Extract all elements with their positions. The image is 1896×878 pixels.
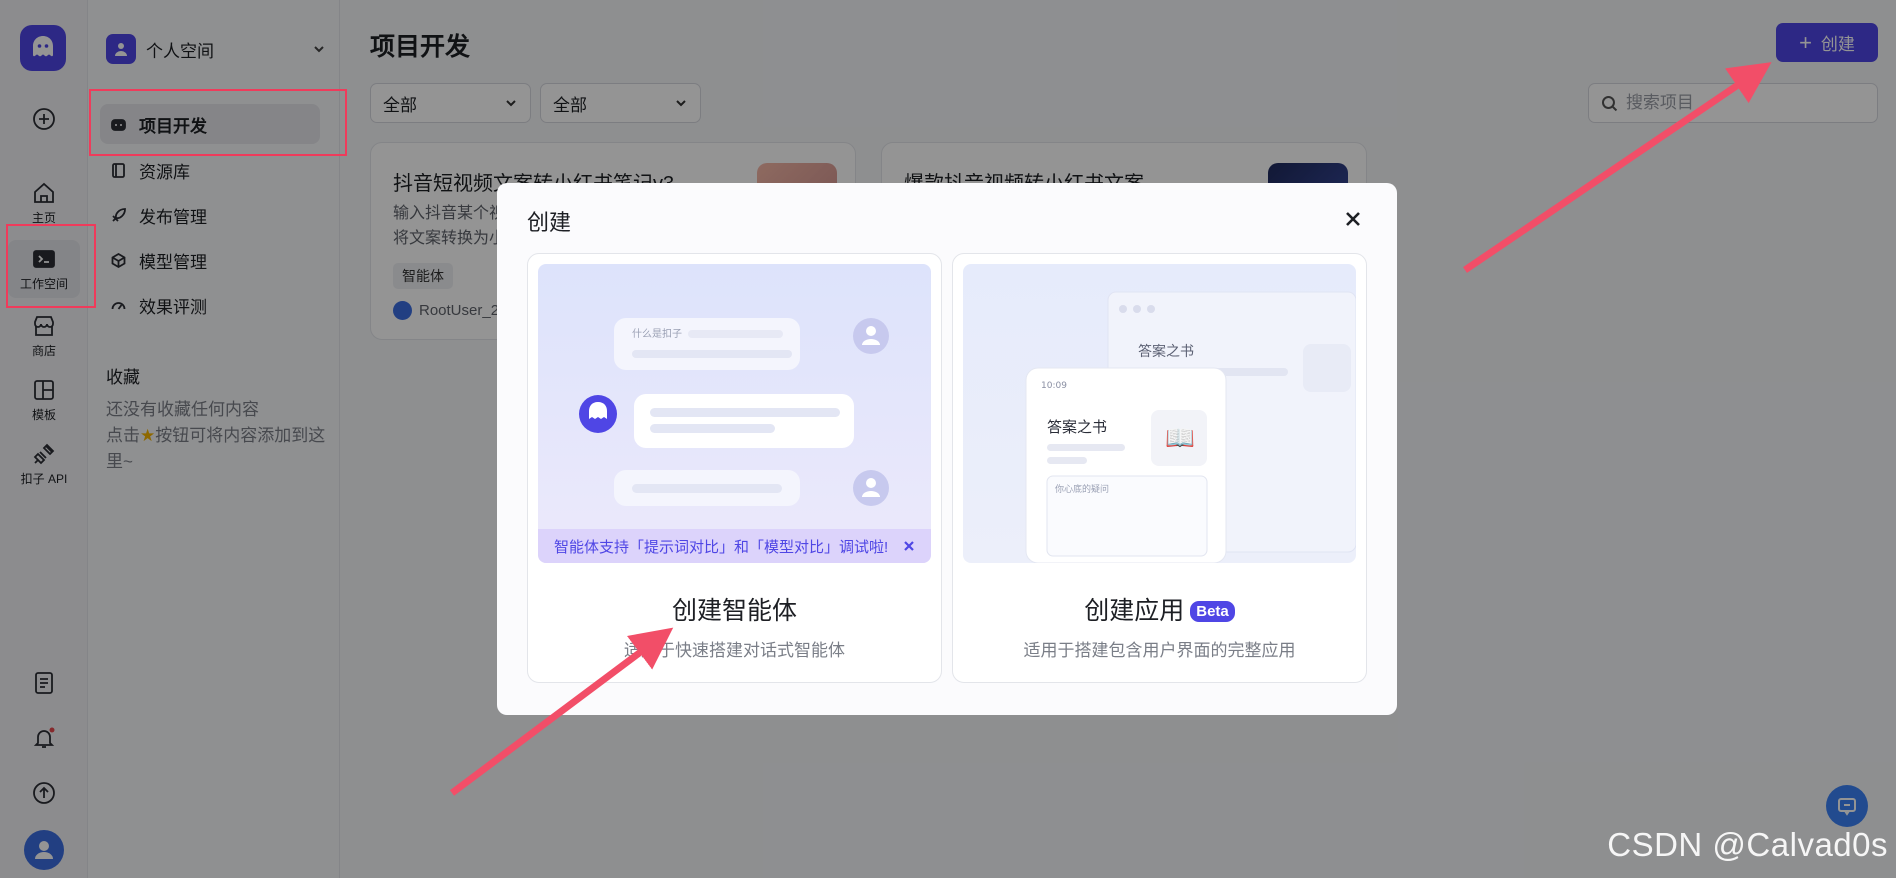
highlight-box-projects bbox=[89, 89, 347, 156]
create-app-title: 创建应用 bbox=[1084, 597, 1185, 625]
book-icon: 📖 bbox=[1165, 424, 1195, 452]
create-app-option[interactable]: 答案之书 10:09 答案之书 📖 你心底的疑问 创建应用 Beta 适用于搭建包… bbox=[952, 253, 1367, 683]
beta-badge: Beta bbox=[1190, 601, 1235, 622]
phone-input-placeholder: 你心底的疑问 bbox=[1055, 483, 1109, 495]
phone-time: 10:09 bbox=[1041, 381, 1067, 391]
chat-illustration: 什么是扣子 bbox=[579, 318, 889, 506]
phone-title: 答案之书 bbox=[1047, 418, 1107, 436]
create-app-title-row: 创建应用 Beta bbox=[953, 591, 1366, 627]
watermark: CSDN @Calvad0s bbox=[1607, 826, 1888, 863]
create-modal: 创建 什么是扣子 智能体支持「提示词对比」和「模型对比」调试啦! 创建智能体 适… bbox=[497, 183, 1397, 715]
close-icon bbox=[1346, 212, 1360, 226]
bubble-text: 什么是扣子 bbox=[632, 327, 682, 340]
create-agent-subtitle: 适用于快速搭建对话式智能体 bbox=[624, 641, 845, 660]
app-illustration: 答案之书 10:09 答案之书 📖 你心底的疑问 bbox=[963, 264, 1356, 563]
promo-text: 智能体支持「提示词对比」和「模型对比」调试啦! bbox=[554, 538, 889, 556]
modal-title: 创建 bbox=[527, 210, 572, 235]
close-button[interactable] bbox=[1339, 205, 1367, 233]
highlight-box-workspace bbox=[6, 224, 96, 308]
promo-banner: 智能体支持「提示词对比」和「模型对比」调试啦! bbox=[538, 529, 931, 563]
app-mockup-illustration: 答案之书 10:09 答案之书 📖 你心底的疑问 bbox=[1025, 291, 1356, 563]
agent-illustration: 什么是扣子 智能体支持「提示词对比」和「模型对比」调试啦! bbox=[538, 264, 931, 563]
browser-title: 答案之书 bbox=[1138, 343, 1194, 360]
create-app-subtitle: 适用于搭建包含用户界面的完整应用 bbox=[1023, 641, 1296, 660]
close-icon[interactable] bbox=[903, 540, 915, 552]
create-agent-option[interactable]: 什么是扣子 智能体支持「提示词对比」和「模型对比」调试啦! 创建智能体 适用于快… bbox=[527, 253, 942, 683]
create-agent-title: 创建智能体 bbox=[671, 597, 797, 625]
